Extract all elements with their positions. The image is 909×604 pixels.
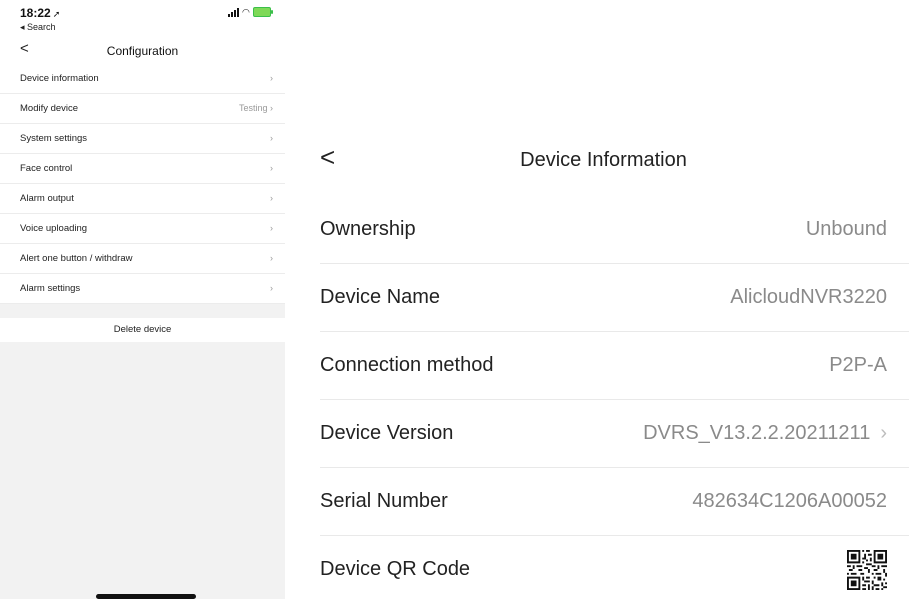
row-label: Device Version [320,422,454,444]
configuration-menu: Device information › Modify device Testi… [0,64,285,304]
row-value: DVRS_V13.2.2.20211211 › [643,422,887,445]
menu-item-alarm-settings[interactable]: Alarm settings › [0,274,285,304]
row-label: Serial Number [320,490,448,512]
menu-item-label: Voice uploading [20,223,88,234]
row-value: Unbound [805,218,887,240]
row-value: AlicloudNVR3220 [730,286,887,308]
menu-item-system-settings[interactable]: System settings › [0,124,285,154]
row-value: 482634C1206A00052 [692,490,887,512]
row-label: Ownership [320,218,416,240]
menu-item-label: Alarm output [20,193,74,204]
row-label: Device QR Code [320,558,471,580]
menu-item-device-information[interactable]: Device information › [0,64,285,94]
row-value: P2P-A [829,354,887,376]
chevron-right-icon: › [270,73,273,83]
menu-item-value: Testing › [239,103,273,113]
status-bar: 18:22 ➚ ◂ Search ◠ [0,0,285,38]
menu-item-label: Face control [20,163,73,174]
menu-item-label: Device information [20,73,99,84]
menu-item-alarm-output[interactable]: Alarm output › [0,184,285,214]
menu-item-label: Modify device [20,103,79,114]
row-device-qr-code[interactable]: Device QR Code [298,536,909,604]
menu-item-face-control[interactable]: Face control › [0,154,285,184]
device-info-list: Ownership Unbound Device Name AlicloudNV… [298,196,909,604]
wifi-icon: ◠ [242,7,250,17]
menu-item-label: System settings [20,133,88,144]
configuration-nav-bar: < Configuration [0,38,285,64]
menu-item-label: Alarm settings [20,283,81,294]
status-time: 18:22 ➚ [20,6,60,20]
chevron-right-icon: › [270,163,273,173]
location-arrow-icon: ➚ [52,9,61,19]
qr-code-icon[interactable] [847,550,887,590]
row-ownership: Ownership Unbound [298,196,909,264]
menu-item-modify-device[interactable]: Modify device Testing › [0,94,285,124]
chevron-right-icon: › [270,133,273,143]
chevron-right-icon: › [270,283,273,293]
menu-item-alert-one-button[interactable]: Alert one button / withdraw › [0,244,285,274]
row-label: Connection method [320,354,494,376]
row-device-version[interactable]: Device Version DVRS_V13.2.2.20211211 › [298,400,909,468]
page-title: Configuration [106,44,179,58]
modify-device-value: Testing [238,103,268,113]
back-to-search-link[interactable]: ◂ Search [20,22,56,33]
version-value: DVRS_V13.2.2.20211211 [643,422,871,444]
battery-charging-icon [252,7,273,17]
time-text: 18:22 [20,6,51,20]
chevron-right-icon: › [270,193,273,203]
row-value [847,550,887,590]
page-title: Device Information [520,149,687,171]
status-icons: ◠ [228,7,273,17]
chevron-right-icon: › [270,223,273,233]
menu-item-voice-uploading[interactable]: Voice uploading › [0,214,285,244]
menu-item-label: Alert one button / withdraw [20,253,133,264]
home-indicator[interactable] [96,594,196,599]
row-connection-method: Connection method P2P-A [298,332,909,400]
row-device-name: Device Name AlicloudNVR3220 [298,264,909,332]
row-serial-number: Serial Number 482634C1206A00052 [298,468,909,536]
signal-icon [228,8,239,17]
row-label: Device Name [320,286,441,308]
device-information-screen: < Device Information Ownership Unbound D… [298,128,909,599]
chevron-right-icon: › [270,103,273,113]
configuration-screen: 18:22 ➚ ◂ Search ◠ < Configuration Device… [0,0,285,599]
delete-device-button[interactable]: Delete device [0,318,285,342]
chevron-right-icon: › [270,253,273,263]
chevron-right-icon: › [880,422,887,444]
device-info-nav-bar: < Device Information [298,128,909,188]
